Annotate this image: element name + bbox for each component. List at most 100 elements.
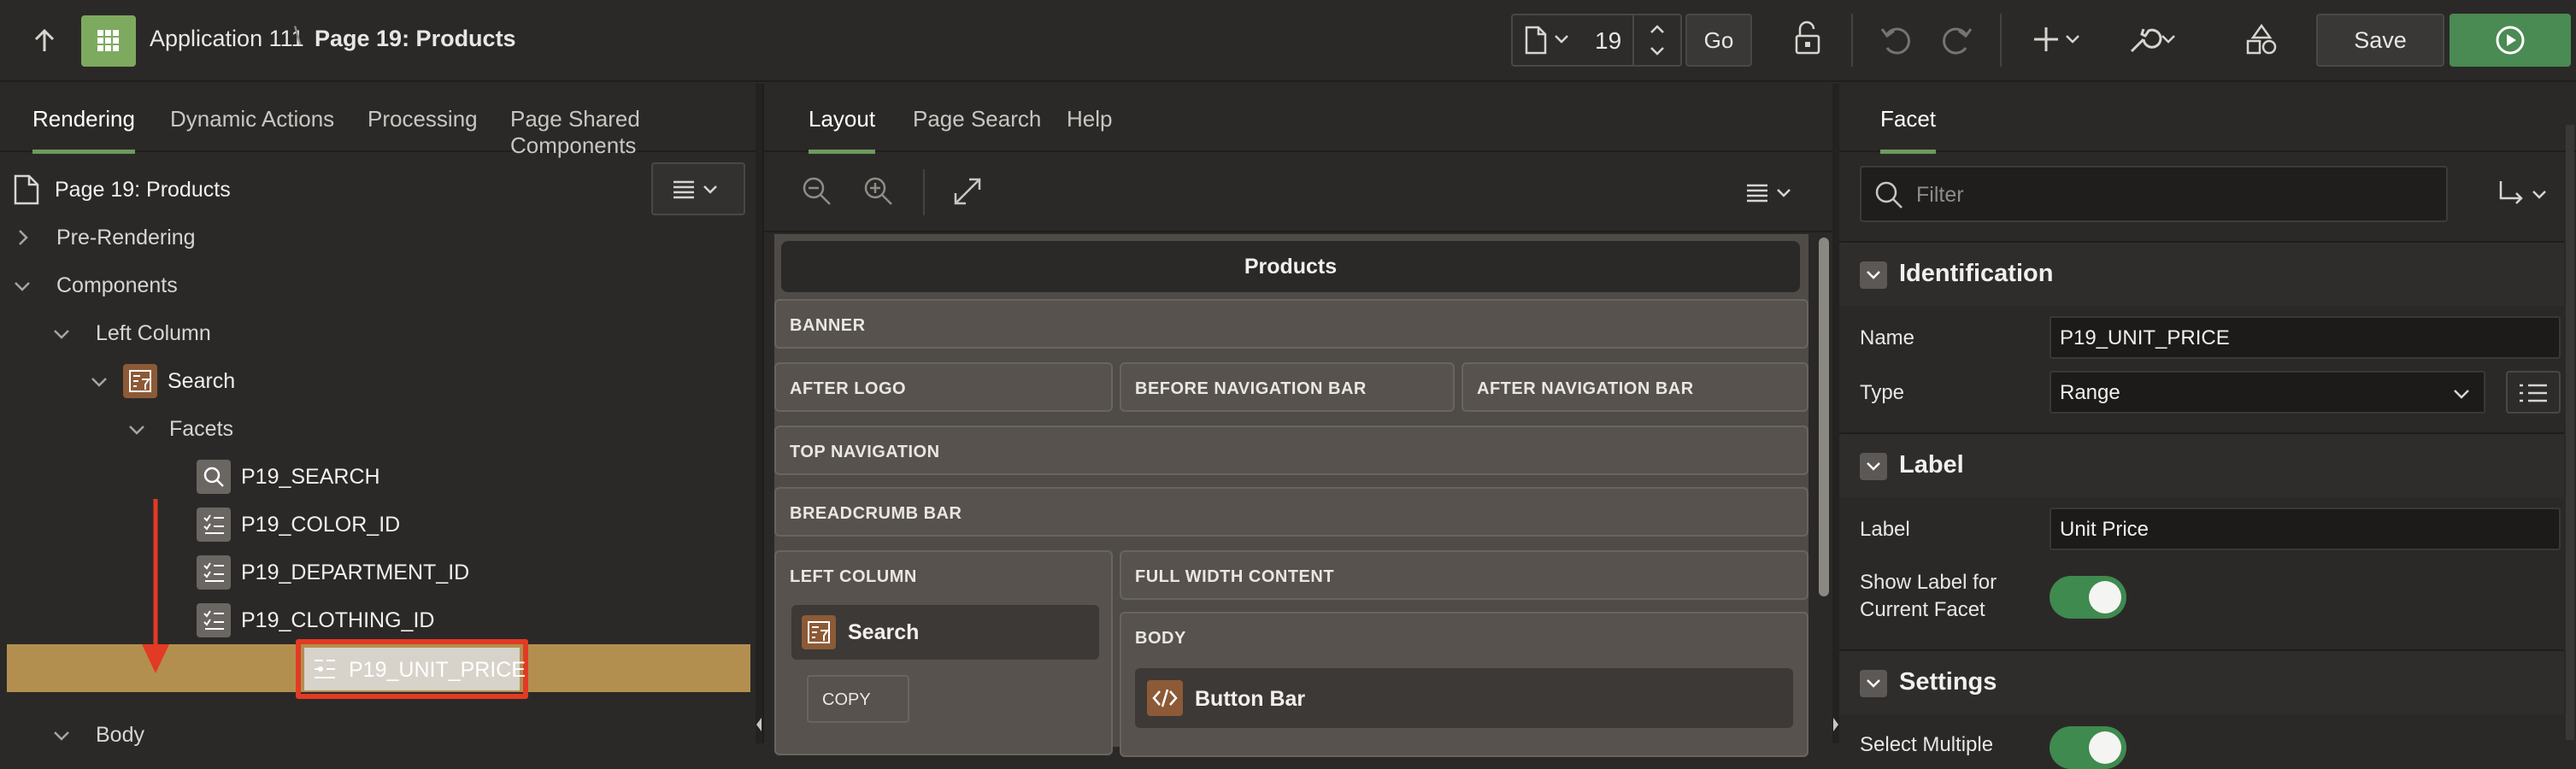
chevron-down-icon[interactable] (53, 730, 70, 742)
redo-icon[interactable] (1940, 22, 1974, 56)
faceted-search-icon (123, 364, 157, 398)
page-name-bar: Products (781, 241, 1800, 292)
chevron-down-icon[interactable] (14, 280, 31, 292)
label-field[interactable]: Unit Price (2050, 508, 2561, 550)
middle-tabs: Layout Page Search Help (764, 84, 1838, 154)
region-top-navigation[interactable]: TOP NAVIGATION (774, 426, 1808, 475)
search-icon (197, 460, 231, 494)
page-number-input[interactable]: 19 (1595, 27, 1621, 55)
copy-slot[interactable]: COPY (807, 675, 909, 723)
app-logo-icon[interactable] (81, 15, 136, 67)
region-before-nav[interactable]: BEFORE NAVIGATION BAR (1120, 362, 1455, 412)
run-button[interactable] (2450, 14, 2571, 67)
tab-dynamic-actions[interactable]: Dynamic Actions (170, 106, 334, 150)
menu-icon (673, 179, 728, 200)
component-label: Search (848, 620, 920, 644)
tree-menu-button[interactable] (651, 162, 745, 215)
tab-facet[interactable]: Facet (1880, 106, 1937, 154)
section-identification[interactable]: Identification (1839, 241, 2564, 306)
type-select[interactable]: Range (2050, 371, 2485, 414)
tab-rendering[interactable]: Rendering (32, 106, 135, 154)
chevron-down-icon[interactable] (128, 424, 145, 436)
go-button[interactable]: Go (1685, 14, 1752, 67)
page-selector[interactable]: 19 (1511, 14, 1682, 67)
region-breadcrumb-bar[interactable]: BREADCRUMB BAR (774, 487, 1808, 537)
filter-input[interactable]: Filter (1860, 166, 2448, 222)
region-label: BODY (1135, 629, 1186, 648)
region-label: BANNER (790, 316, 866, 335)
component-search[interactable]: Search (791, 605, 1099, 660)
shared-components-icon[interactable] (2244, 22, 2279, 56)
right-splitter[interactable] (1832, 84, 1839, 743)
tree-item-color[interactable]: P19_COLOR_ID (0, 501, 756, 549)
region-left-column[interactable]: LEFT COLUMN Search COPY (774, 550, 1113, 755)
chevron-down-icon[interactable] (53, 328, 70, 340)
tree-root[interactable]: Page 19: Products (0, 162, 756, 215)
breadcrumb-app[interactable]: Application 111 (150, 26, 304, 52)
region-banner[interactable]: BANNER (774, 299, 1808, 349)
tree-components[interactable]: Components (0, 261, 756, 309)
checkbox-list-icon (197, 508, 231, 542)
arrow-up-icon[interactable] (27, 24, 62, 58)
tree-pre-rendering[interactable]: Pre-Rendering (0, 214, 756, 261)
region-label: FULL WIDTH CONTENT (1135, 567, 1335, 586)
select-multiple-toggle[interactable] (2050, 726, 2126, 769)
region-after-nav[interactable]: AFTER NAVIGATION BAR (1461, 362, 1808, 412)
zoom-out-icon[interactable] (802, 176, 832, 207)
tree-search-region[interactable]: Search (0, 357, 756, 405)
tree-item-clothing[interactable]: P19_CLOTHING_ID (0, 596, 756, 644)
section-label[interactable]: Label (1839, 432, 2564, 497)
lock-icon[interactable] (1791, 21, 1822, 56)
layout-scrollbar[interactable] (1819, 238, 1829, 596)
tab-layout[interactable]: Layout (809, 106, 876, 154)
save-button[interactable]: Save (2316, 14, 2444, 67)
undo-icon[interactable] (1879, 22, 1913, 56)
tree-root-label: Page 19: Products (55, 178, 231, 202)
tab-page-search[interactable]: Page Search (913, 106, 1041, 150)
left-splitter[interactable] (756, 84, 762, 743)
type-list-button[interactable] (2506, 371, 2561, 414)
spinner-up-icon[interactable] (1650, 24, 1665, 34)
chevron-down-icon[interactable] (1554, 34, 1569, 44)
go-to-group-icon[interactable] (2497, 179, 2552, 210)
tree-label: Left Column (96, 321, 211, 345)
code-icon (1147, 680, 1183, 716)
tree-facets[interactable]: Facets (0, 405, 756, 453)
region-body[interactable]: BODY Button Bar (1120, 612, 1808, 757)
add-menu-icon[interactable] (2034, 22, 2085, 56)
tree-left-column[interactable]: Left Column (0, 309, 756, 357)
chevron-down-icon[interactable] (91, 376, 108, 388)
collapse-icon[interactable] (1860, 261, 1887, 289)
section-settings[interactable]: Settings (1839, 649, 2564, 714)
property-scrollbar[interactable] (2566, 125, 2574, 740)
tree-item-department[interactable]: P19_DEPARTMENT_ID (0, 549, 756, 596)
region-full-width[interactable]: FULL WIDTH CONTENT (1120, 550, 1808, 600)
chevron-right-icon[interactable] (17, 229, 29, 246)
wrench-menu-icon[interactable] (2126, 22, 2181, 56)
zoom-in-icon[interactable] (863, 176, 894, 207)
spinner-down-icon[interactable] (1650, 46, 1665, 56)
tab-help[interactable]: Help (1067, 106, 1112, 150)
tree-body[interactable]: Body (0, 711, 756, 759)
layout-menu-icon[interactable] (1747, 183, 1802, 203)
name-field[interactable]: P19_UNIT_PRICE (2050, 316, 2561, 359)
collapse-icon[interactable] (1860, 453, 1887, 480)
tree-item-search[interactable]: P19_SEARCH (0, 453, 756, 501)
collapse-icon[interactable] (1860, 670, 1887, 697)
region-after-logo[interactable]: AFTER LOGO (774, 362, 1113, 412)
tree-label: Search (168, 369, 236, 393)
expand-icon[interactable] (952, 176, 983, 207)
faceted-search-icon (802, 615, 836, 649)
show-label-toggle[interactable] (2050, 576, 2126, 619)
region-label: TOP NAVIGATION (790, 443, 940, 461)
filter-placeholder: Filter (1916, 183, 1964, 207)
component-button-bar[interactable]: Button Bar (1135, 668, 1793, 728)
select-multiple-label: Select Multiple (1860, 733, 1994, 756)
label-value: Unit Price (2060, 518, 2150, 541)
tab-processing[interactable]: Processing (368, 106, 478, 150)
play-icon (2495, 25, 2526, 56)
tree-label: P19_CLOTHING_ID (241, 608, 435, 632)
tree-item-unit-price[interactable]: P19_UNIT_PRICE (304, 648, 526, 690)
toggle-knob (2089, 581, 2121, 613)
region-label: BEFORE NAVIGATION BAR (1135, 379, 1367, 398)
